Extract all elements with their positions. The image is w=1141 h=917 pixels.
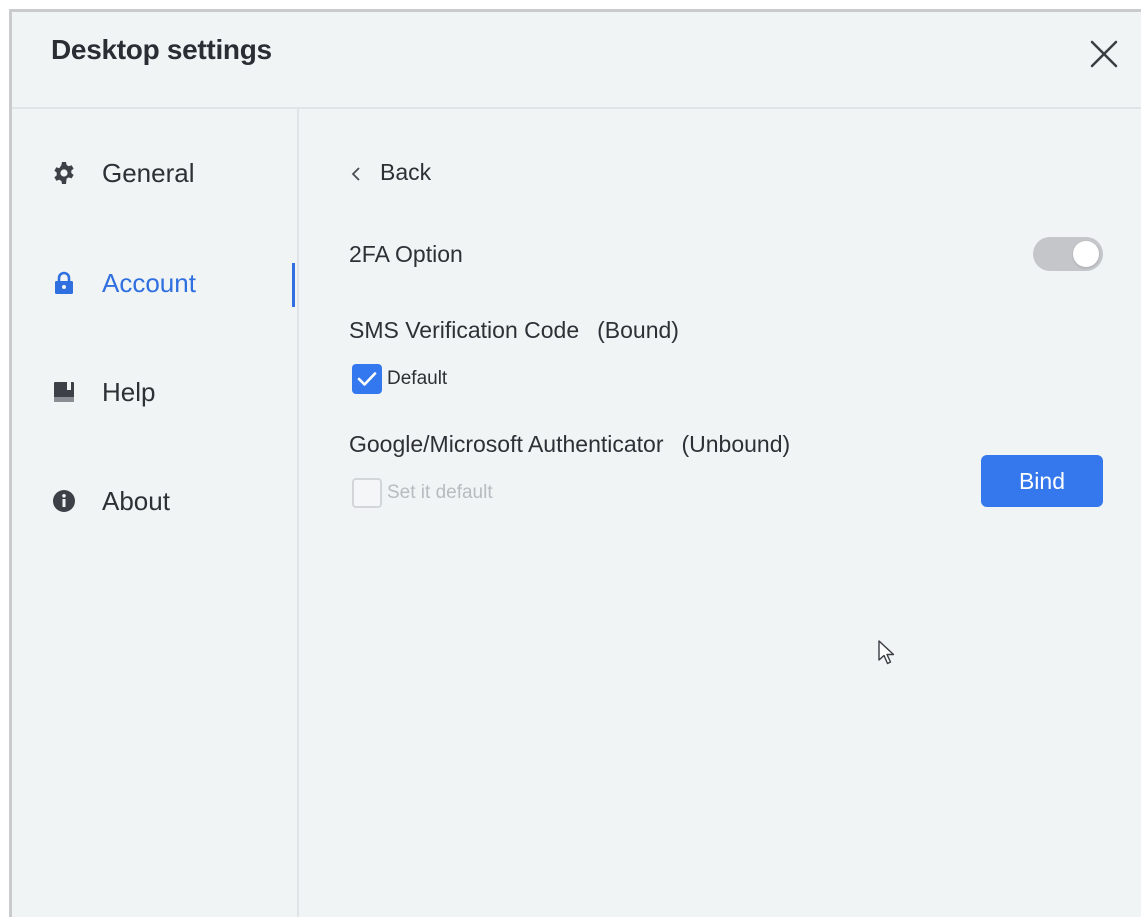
sidebar-item-about[interactable]: About bbox=[12, 471, 297, 531]
active-indicator bbox=[292, 263, 295, 307]
sms-status-badge: (Bound) bbox=[597, 317, 679, 343]
authenticator-default-checkbox[interactable] bbox=[352, 478, 382, 508]
authenticator-label: Google/Microsoft Authenticator bbox=[349, 431, 664, 457]
close-button[interactable] bbox=[1087, 37, 1121, 71]
authenticator-default-label: Set it default bbox=[387, 482, 493, 503]
sidebar-item-label: Account bbox=[102, 268, 196, 298]
sidebar-item-label: Help bbox=[102, 377, 156, 407]
sidebar-item-general[interactable]: General bbox=[12, 143, 297, 203]
sms-verification-label: SMS Verification Code bbox=[349, 317, 580, 343]
chevron-left-icon bbox=[351, 167, 360, 181]
info-icon bbox=[52, 489, 76, 513]
back-label: Back bbox=[380, 159, 432, 185]
twofa-toggle[interactable] bbox=[1033, 237, 1103, 271]
check-icon bbox=[357, 372, 377, 386]
sidebar-item-account[interactable]: Account bbox=[12, 253, 297, 313]
sidebar-item-help[interactable]: Help bbox=[12, 362, 297, 422]
toggle-knob bbox=[1073, 241, 1099, 267]
settings-window: Desktop settings General Account Help Ab… bbox=[9, 9, 1141, 917]
lock-icon bbox=[52, 271, 76, 295]
sidebar-item-label: General bbox=[102, 158, 195, 188]
title-bar: Desktop settings bbox=[12, 12, 1141, 109]
account-panel: Back 2FA Option SMS Verification Code (Bo… bbox=[299, 109, 1141, 917]
bind-button[interactable]: Bind bbox=[981, 455, 1103, 507]
authenticator-status-badge: (Unbound) bbox=[681, 431, 791, 457]
sidebar: General Account Help About bbox=[12, 109, 299, 917]
sms-default-label: Default bbox=[387, 368, 448, 389]
gear-icon bbox=[52, 161, 76, 185]
close-icon bbox=[1090, 40, 1118, 68]
authenticator-row: Google/Microsoft Authenticator (Unbound) bbox=[349, 431, 790, 458]
twofa-option-label: 2FA Option bbox=[349, 241, 463, 267]
sms-default-checkbox[interactable] bbox=[352, 364, 382, 394]
book-icon bbox=[52, 380, 76, 404]
window-title: Desktop settings bbox=[51, 34, 272, 65]
sms-verification-row: SMS Verification Code (Bound) bbox=[349, 317, 679, 344]
sidebar-item-label: About bbox=[102, 486, 170, 516]
mouse-cursor-icon bbox=[878, 640, 895, 665]
